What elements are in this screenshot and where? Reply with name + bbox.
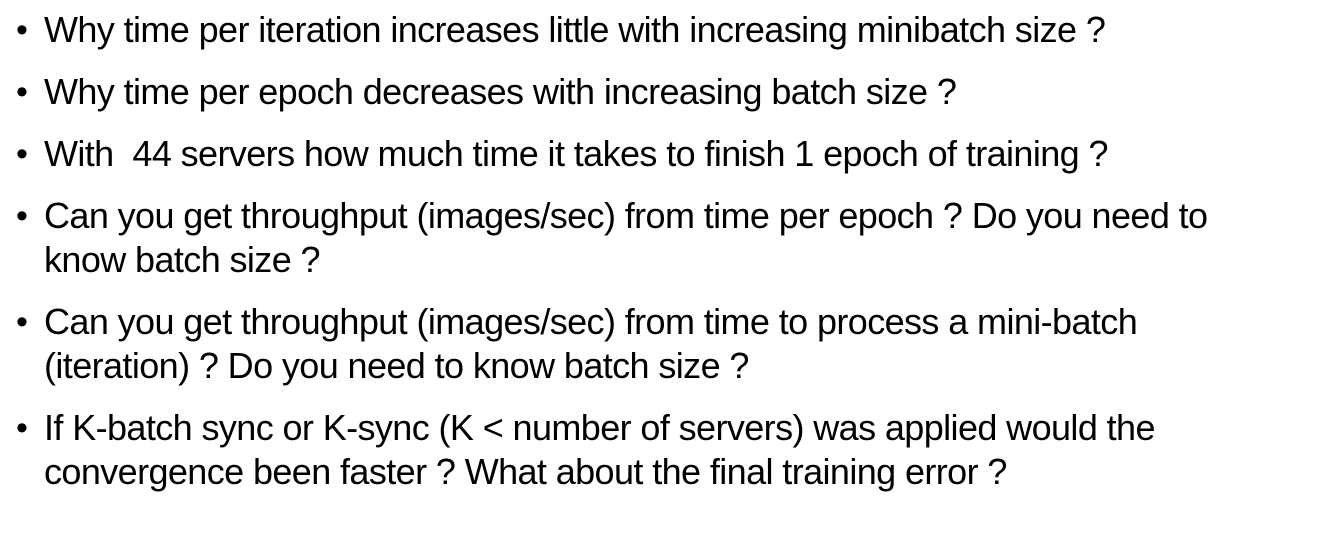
bullet-icon: •	[16, 11, 28, 49]
list-item: • Can you get throughput (images/sec) fr…	[14, 300, 1314, 388]
question-text: With 44 servers how much time it takes t…	[44, 133, 1109, 174]
question-list: • Why time per iteration increases littl…	[14, 8, 1314, 512]
bullet-icon: •	[16, 303, 28, 341]
question-text: Can you get throughput (images/sec) from…	[44, 195, 1208, 280]
bullet-icon: •	[16, 409, 28, 447]
list-item: • If K-batch sync or K-sync (K < number …	[14, 406, 1314, 494]
bullet-icon: •	[16, 197, 28, 235]
list-item: • Can you get throughput (images/sec) fr…	[14, 194, 1314, 282]
list-item: • With 44 servers how much time it takes…	[14, 132, 1314, 176]
question-text: If K-batch sync or K-sync (K < number of…	[44, 407, 1156, 492]
question-text: Can you get throughput (images/sec) from…	[44, 301, 1138, 386]
list-item: • Why time per iteration increases littl…	[14, 8, 1314, 52]
bullet-icon: •	[16, 135, 28, 173]
slide-content: • Why time per iteration increases littl…	[0, 0, 1328, 542]
list-item: • Why time per epoch decreases with incr…	[14, 70, 1314, 114]
question-text: Why time per iteration increases little …	[44, 9, 1106, 50]
question-text: Why time per epoch decreases with increa…	[44, 71, 957, 112]
bullet-icon: •	[16, 73, 28, 111]
